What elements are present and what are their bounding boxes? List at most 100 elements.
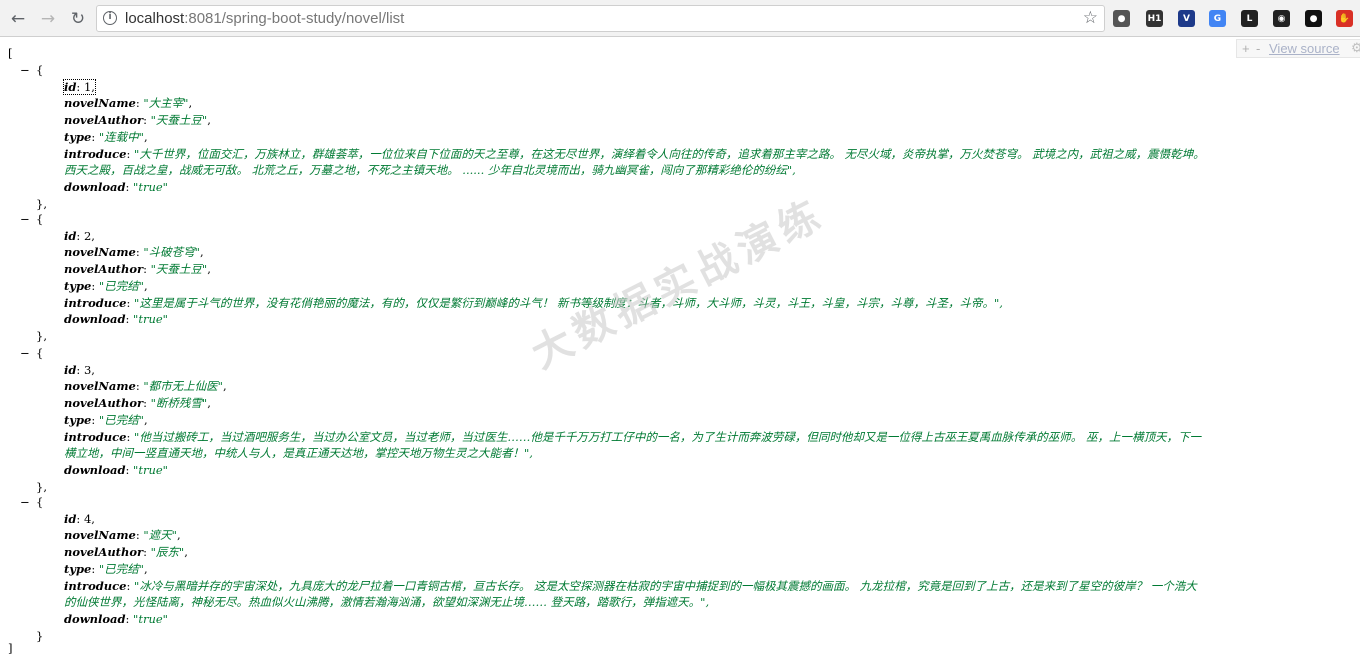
json-string-value: "天蚕土豆" [150,113,208,128]
object-open-brace: { [36,212,44,226]
json-entry: novelAuthor: "天蚕土豆", [64,113,211,128]
json-entry: novelName: "大主宰", [64,96,193,111]
json-string-value: "大主宰" [143,96,189,111]
json-string-value: "已完结" [98,561,144,576]
json-key: novelName [64,379,136,394]
json-field-introduce: introduce: "这里是属于斗气的世界，没有花俏艳丽的魔法，有的，仅仅是繁… [64,295,1003,310]
json-field-download: download: "true" [64,311,168,328]
json-entry: download: "true" [64,462,168,477]
json-string-value: "大千世界，位面交汇，万族林立，群雄荟萃，一位位来自下位面的天之至尊，在这无尽世… [134,146,1205,161]
json-key: novelAuthor [64,545,144,560]
json-close-bracket: ] [8,641,13,655]
json-key: novelName [64,96,136,111]
json-field-type: type: "已完结", [64,412,148,429]
json-field-id: id: 4, [64,511,95,528]
json-string-value: "断桥残雪" [150,396,208,411]
json-entry: download: "true" [64,312,168,327]
json-entry: id: 3, [64,362,95,377]
collapse-toggle[interactable]: − [20,494,30,511]
json-string-value: "已完结" [98,278,144,293]
json-entry[interactable]: id: 1, [63,78,96,95]
json-key: id [64,362,77,377]
json-key: introduce [64,578,127,593]
json-entry: novelAuthor: "断桥残雪", [64,396,211,411]
object-close-brace: }, [36,328,47,343]
json-key: download [64,179,126,194]
json-field-introduce: 的仙侠世界，光怪陆离，神秘无尽。热血似火山沸腾，激情若瀚海汹涌，欲望如深渊无止境… [64,594,709,611]
json-field-type: type: "已完结", [64,561,148,578]
json-field-novelauthor: novelAuthor: "天蚕土豆", [64,261,211,278]
json-field-download: download: "true" [64,462,168,479]
json-entry: type: "已完结", [64,278,148,293]
json-field-introduce: 西天之殿，百战之皇，战威无可敌。 北荒之丘，万墓之地，不死之主镇天地。 ....… [64,162,796,179]
json-field-id: id: 1, [63,78,96,96]
json-entry: download: "true" [64,179,168,194]
json-field-type: type: "已完结", [64,278,148,295]
object-open-brace: { [36,346,44,360]
json-viewer: [ ] −{id: 1, novelName: "大主宰", novelAuthor… [0,0,1360,658]
json-key: novelAuthor [64,262,144,277]
json-field-novelauthor: novelAuthor: "天蚕土豆", [64,112,211,129]
json-number-value: 3 [83,362,92,377]
json-field-novelauthor: novelAuthor: "辰东", [64,544,188,561]
json-entry: download: "true" [64,611,168,626]
collapse-toggle[interactable]: − [20,62,30,79]
json-key: id [64,228,77,243]
json-key: type [64,278,92,293]
json-field-introduce: introduce: "大千世界，位面交汇，万族林立，群雄荟萃，一位位来自下位面… [64,146,1205,161]
json-entry: type: "连载中", [64,129,148,144]
json-string-value: "斗破苍穹" [143,245,200,260]
json-entry: novelAuthor: "辰东", [64,545,188,560]
json-key: novelName [64,528,136,543]
object-open-brace: { [36,63,44,77]
json-entry: novelName: "遮天", [64,528,181,543]
json-key: download [64,611,126,626]
object-close-brace: } [36,628,44,643]
json-string-value: "都市无上仙医" [143,379,223,394]
json-field-introduce: introduce: "他当过搬砖工，当过酒吧服务生，当过办公室文员，当过老师，… [64,429,1201,444]
json-field-download: download: "true" [64,179,168,196]
json-key: novelName [64,245,136,260]
json-key: id [64,511,77,526]
json-field-novelname: novelName: "都市无上仙医", [64,378,227,395]
json-string-value: "已完结" [98,412,144,427]
json-key: download [64,462,126,477]
json-field-novelname: novelName: "斗破苍穹", [64,244,204,261]
json-entry: novelAuthor: "天蚕土豆", [64,262,211,277]
json-string-value: "他当过搬砖工，当过酒吧服务生，当过办公室文员，当过老师，当过医生……他是千千万… [134,429,1201,444]
json-key: novelAuthor [64,396,144,411]
json-number-value: 1 [83,79,92,94]
json-string-value: "遮天" [143,528,177,543]
collapse-toggle[interactable]: − [20,345,30,362]
json-key: download [64,312,126,327]
json-key: type [64,561,92,576]
json-string-value: "true" [133,312,168,327]
json-string-value: "true" [133,462,168,477]
json-field-id: id: 2, [64,228,95,245]
json-field-download: download: "true" [64,611,168,628]
json-key: introduce [64,146,127,161]
json-string-value: 的仙侠世界，光怪陆离，神秘无尽。热血似火山沸腾，激情若瀚海汹涌，欲望如深渊无止境… [64,595,710,610]
json-field-novelname: novelName: "大主宰", [64,95,192,112]
json-key: novelAuthor [64,113,144,128]
json-field-id: id: 3, [64,362,95,379]
json-entry: novelName: "斗破苍穹", [64,245,204,260]
json-field-introduce: introduce: "冰冷与黑暗并存的宇宙深处，九具庞大的龙尸拉着一口青铜古棺… [64,578,1197,593]
json-entry: type: "已完结", [64,561,148,576]
json-string-value: 西天之殿，百战之皇，战威无可敌。 北荒之丘，万墓之地，不死之主镇天地。 ....… [64,163,796,178]
json-string-value: "连载中" [98,129,144,144]
json-entry: id: 4, [64,511,95,526]
object-open-brace: { [36,495,44,509]
json-string-value: "true" [133,179,168,194]
json-number-value: 2 [83,228,92,243]
json-number-value: 4 [83,511,92,526]
collapse-toggle[interactable]: − [20,211,30,228]
json-string-value: "辰东" [150,545,185,560]
json-field-novelname: novelName: "遮天", [64,527,181,544]
json-key: type [64,129,92,144]
json-field-novelauthor: novelAuthor: "断桥残雪", [64,395,211,412]
json-field-introduce: 横立地，中间一竖直通天地，中统人与人，是真正通天达地，掌控天地万物生灵之大能者！… [64,445,533,462]
json-string-value: "true" [133,611,168,626]
json-string-value: "冰冷与黑暗并存的宇宙深处，九具庞大的龙尸拉着一口青铜古棺，亘古长存。 这是太空… [134,578,1197,593]
json-key: id [64,79,77,94]
